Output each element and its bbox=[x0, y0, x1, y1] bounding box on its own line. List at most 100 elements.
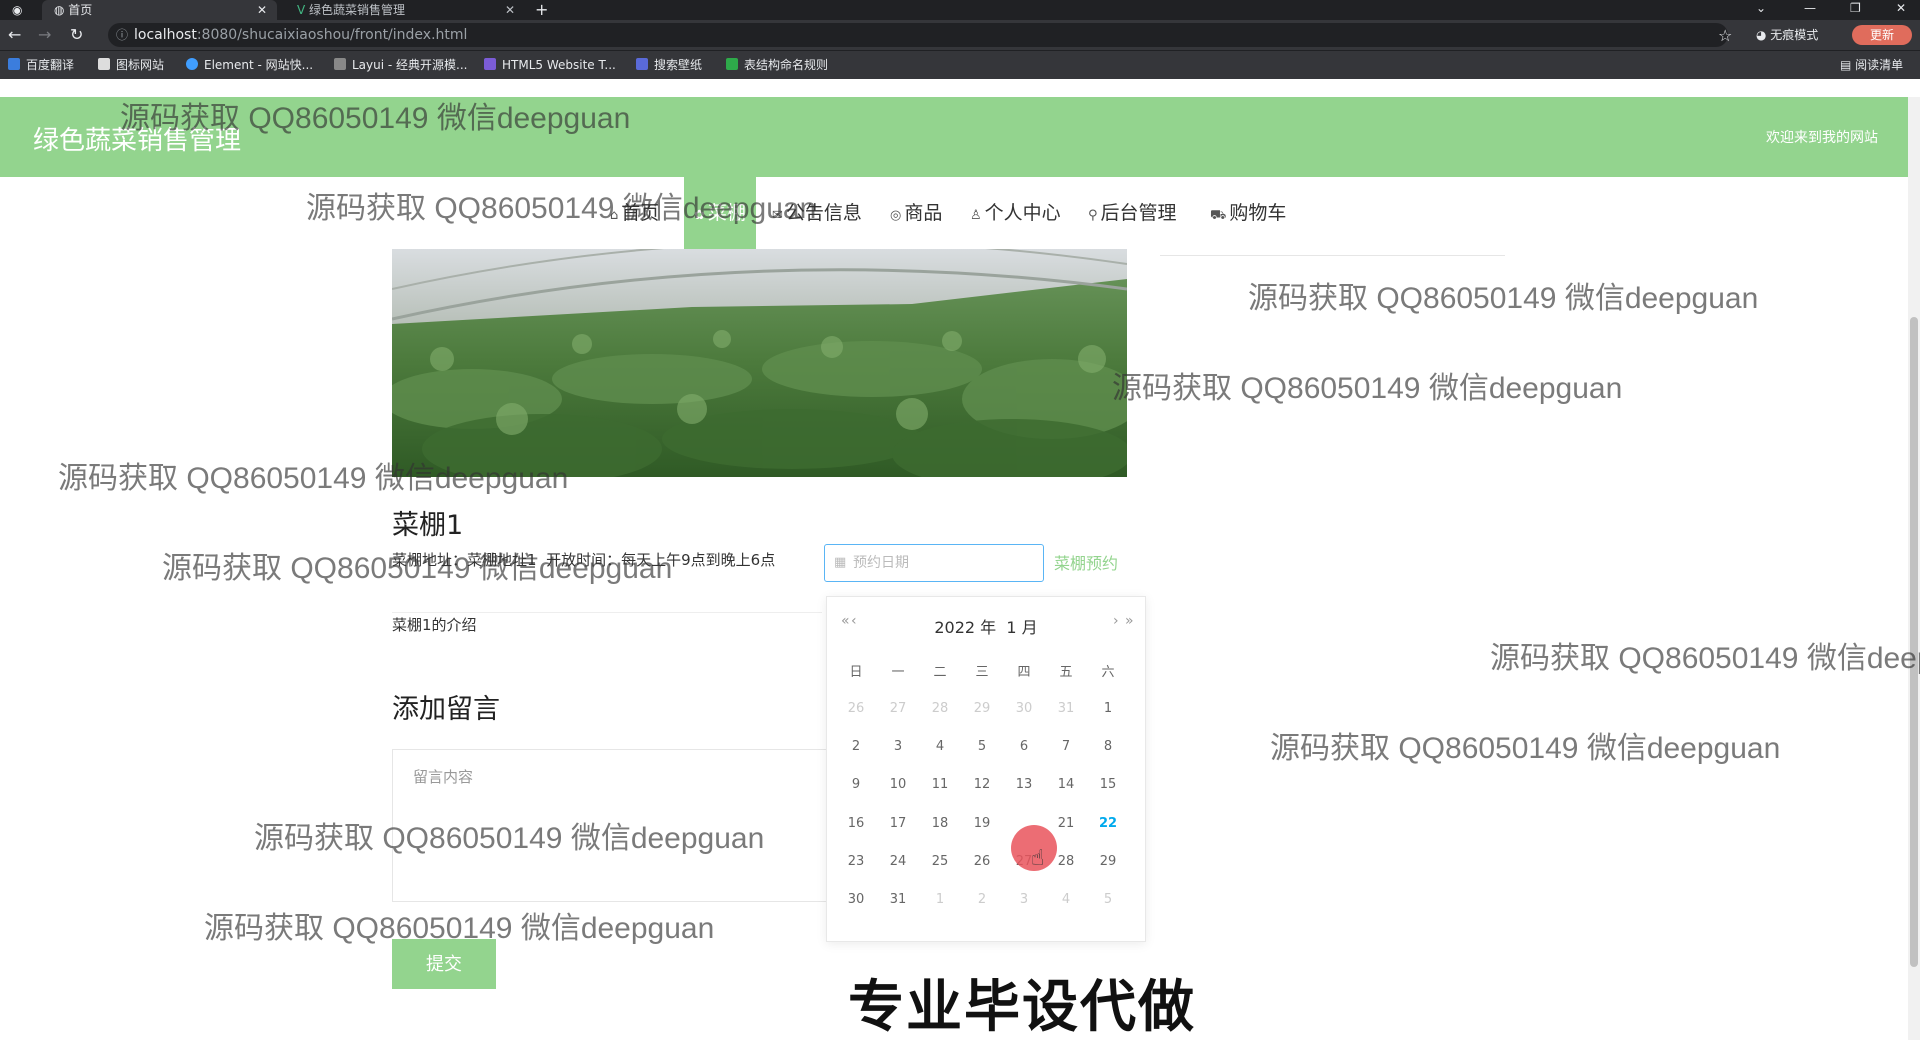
link-icon: ⚲ bbox=[1088, 208, 1098, 223]
tab-search-icon[interactable]: ⌄ bbox=[1756, 0, 1766, 16]
calendar-year[interactable]: 2022 年 bbox=[934, 618, 996, 637]
close-tab-icon[interactable]: ✕ bbox=[257, 0, 267, 20]
bookmark-item[interactable]: Element - 网站快... bbox=[186, 56, 313, 74]
calendar-day[interactable]: 17 bbox=[877, 809, 919, 839]
calendar-icon: ▦ bbox=[834, 555, 847, 570]
page-scrollbar[interactable] bbox=[1908, 97, 1920, 1040]
close-window-icon[interactable]: ✕ bbox=[1896, 0, 1906, 16]
calendar-weekday: 六 bbox=[1101, 665, 1115, 680]
wallpaper-icon bbox=[636, 58, 648, 70]
calendar-day[interactable]: 31 bbox=[877, 885, 919, 915]
calendar-header: 2022 年 1 月 bbox=[827, 614, 1145, 638]
calendar-day[interactable]: 28 bbox=[919, 694, 961, 724]
calendar-day[interactable]: 4 bbox=[1045, 885, 1087, 915]
calendar-day[interactable]: 29 bbox=[961, 694, 1003, 724]
incognito-icon: ◕ bbox=[1756, 28, 1771, 42]
bookmark-item[interactable]: 搜索壁纸 bbox=[636, 56, 702, 74]
calendar-day[interactable]: 22 bbox=[1087, 809, 1129, 839]
chrome-icon[interactable]: ◉ bbox=[12, 2, 22, 18]
calendar-weekday: 五 bbox=[1059, 665, 1073, 680]
calendar-day[interactable]: 3 bbox=[1003, 885, 1045, 915]
calendar-day[interactable]: 19 bbox=[961, 809, 1003, 839]
url-path: :8080/shucaixiaoshou/front/index.html bbox=[196, 27, 468, 43]
calendar-day[interactable]: 9 bbox=[835, 770, 877, 800]
reservation-date-input[interactable]: ▦ 预约日期 bbox=[824, 544, 1044, 582]
calendar-day[interactable]: 7 bbox=[1045, 732, 1087, 762]
watermark: 源码获取 QQ86050149 微信deepguan bbox=[1270, 732, 1781, 765]
update-button[interactable]: 更新 bbox=[1852, 25, 1912, 45]
bookmark-label: HTML5 Website T... bbox=[502, 58, 616, 72]
calendar-day[interactable]: 5 bbox=[961, 732, 1003, 762]
tab-veg-management[interactable]: V 绿色蔬菜销售管理 ✕ bbox=[285, 0, 525, 20]
watermark: 源码获取 QQ86050149 微信deepguan bbox=[58, 462, 569, 495]
date-placeholder: 预约日期 bbox=[853, 555, 909, 571]
bookmark-item[interactable]: HTML5 Website T... bbox=[484, 56, 616, 74]
nav-profile[interactable]: ♙ 个人中心 bbox=[970, 177, 1061, 249]
calendar-day[interactable]: 18 bbox=[919, 809, 961, 839]
nav-cart[interactable]: ⛟ 购物车 bbox=[1210, 177, 1286, 249]
tab-home[interactable]: ◍ 首页 ✕ bbox=[42, 0, 277, 20]
welcome-text: 欢迎来到我的网站 bbox=[1766, 130, 1878, 146]
flag-icon bbox=[98, 58, 110, 70]
tab-home-label: 首页 bbox=[68, 3, 93, 17]
vue-icon: V bbox=[297, 3, 310, 17]
reading-list[interactable]: ▤ 阅读清单 bbox=[1840, 56, 1903, 74]
calendar-day[interactable]: 25 bbox=[919, 847, 961, 877]
calendar-day[interactable]: 14 bbox=[1045, 770, 1087, 800]
calendar-day[interactable]: 29 bbox=[1087, 847, 1129, 877]
nav-label: 商品 bbox=[904, 202, 943, 224]
calendar-day[interactable]: 26 bbox=[835, 694, 877, 724]
calendar-day[interactable]: 10 bbox=[877, 770, 919, 800]
calendar-day[interactable]: 4 bbox=[919, 732, 961, 762]
calendar-day[interactable]: 1 bbox=[1087, 694, 1129, 724]
calendar-day[interactable]: 13 bbox=[1003, 770, 1045, 800]
bookmark-item[interactable]: 图标网站 bbox=[98, 56, 164, 74]
bookmark-item[interactable]: Layui - 经典开源模... bbox=[334, 56, 467, 74]
info-icon: ⓘ bbox=[116, 28, 129, 42]
calendar-day[interactable]: 5 bbox=[1087, 885, 1129, 915]
back-icon[interactable]: ← bbox=[8, 25, 21, 45]
next-year-icon[interactable]: » bbox=[1125, 613, 1134, 629]
restore-icon[interactable]: ❐ bbox=[1850, 0, 1861, 16]
forward-icon[interactable]: → bbox=[38, 25, 51, 45]
nav-admin[interactable]: ⚲ 后台管理 bbox=[1088, 177, 1177, 249]
calendar-day[interactable]: 8 bbox=[1087, 732, 1129, 762]
calendar-day[interactable]: 3 bbox=[877, 732, 919, 762]
calendar-day[interactable]: 15 bbox=[1087, 770, 1129, 800]
calendar-day[interactable]: 31 bbox=[1045, 694, 1087, 724]
calendar-day[interactable]: 16 bbox=[835, 809, 877, 839]
calendar-weekday: 三 bbox=[975, 665, 989, 680]
new-tab-icon[interactable]: + bbox=[535, 0, 548, 20]
globe-icon: ◍ bbox=[54, 3, 69, 17]
calendar-day[interactable]: 2 bbox=[961, 885, 1003, 915]
calendar-day[interactable]: 12 bbox=[961, 770, 1003, 800]
calendar-day[interactable]: 26 bbox=[961, 847, 1003, 877]
calendar-day[interactable]: 30 bbox=[835, 885, 877, 915]
url-field[interactable]: ⓘ localhost:8080/shucaixiaoshou/front/in… bbox=[108, 23, 1728, 47]
close-tab-icon[interactable]: ✕ bbox=[505, 0, 515, 20]
calendar-day[interactable]: 11 bbox=[919, 770, 961, 800]
bookmarks-bar: 百度翻译 图标网站 Element - 网站快... Layui - 经典开源模… bbox=[0, 50, 1920, 79]
calendar-day[interactable]: 23 bbox=[835, 847, 877, 877]
calendar-day[interactable]: 2 bbox=[835, 732, 877, 762]
next-month-icon[interactable]: › bbox=[1113, 613, 1119, 629]
calendar-day[interactable]: 24 bbox=[877, 847, 919, 877]
calendar-weekday: 二 bbox=[933, 665, 947, 680]
incognito-indicator[interactable]: ◕ 无痕模式 bbox=[1756, 26, 1818, 43]
calendar-day[interactable]: 30 bbox=[1003, 694, 1045, 724]
bookmark-label: 图标网站 bbox=[116, 58, 165, 72]
nav-goods[interactable]: ◎ 商品 bbox=[890, 177, 942, 249]
watermark: 源码获取 QQ86050149 微信deepguan bbox=[120, 102, 631, 135]
bookmark-star-icon[interactable]: ☆ bbox=[1718, 26, 1732, 45]
calendar-day[interactable]: 1 bbox=[919, 885, 961, 915]
reserve-greenhouse-button[interactable]: 菜棚预约 bbox=[1054, 550, 1118, 574]
calendar-day[interactable]: 27 bbox=[877, 694, 919, 724]
bookmark-item[interactable]: 百度翻译 bbox=[8, 56, 74, 74]
greenhouse-intro: 菜棚1的介绍 bbox=[392, 616, 477, 634]
calendar-day[interactable]: 6 bbox=[1003, 732, 1045, 762]
minimize-icon[interactable]: — bbox=[1804, 0, 1816, 16]
sheet-icon bbox=[726, 58, 738, 70]
calendar-month[interactable]: 1 月 bbox=[1006, 618, 1037, 637]
bookmark-item[interactable]: 表结构命名规则 bbox=[726, 56, 828, 74]
reload-icon[interactable]: ↻ bbox=[70, 25, 83, 45]
